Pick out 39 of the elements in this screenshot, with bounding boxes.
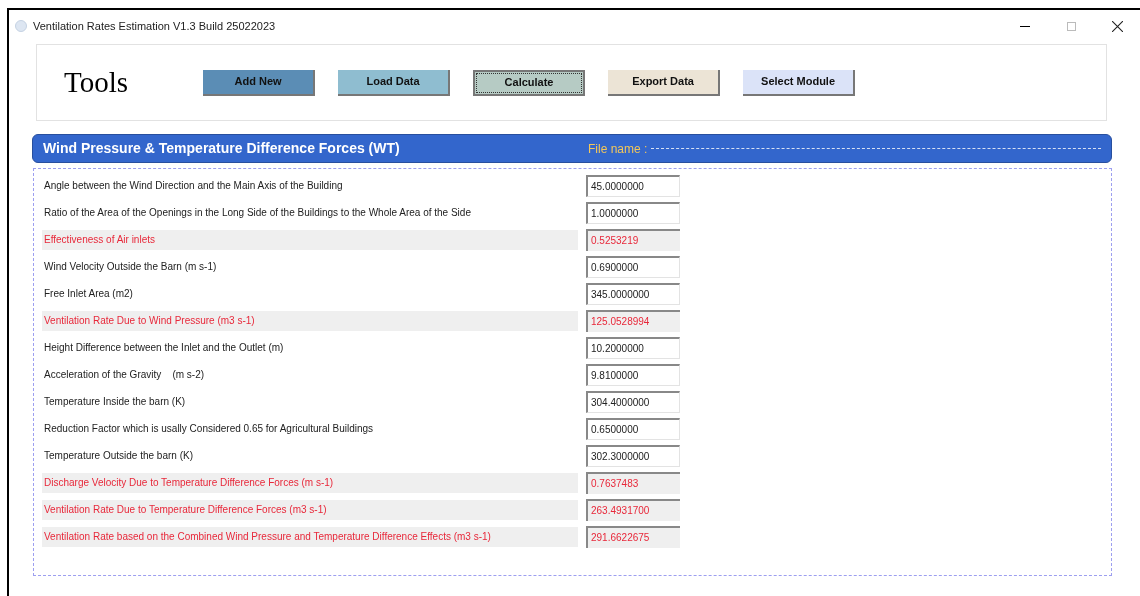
- result-field: 263.4931700: [586, 498, 680, 521]
- field-label: Temperature Inside the barn (K): [43, 395, 187, 409]
- toolbar-button[interactable]: Export Data: [608, 69, 721, 96]
- field-label: Free Inlet Area (m2): [43, 287, 134, 301]
- input-field[interactable]: 345.0000000: [586, 282, 680, 305]
- input-field[interactable]: 304.4000000: [586, 390, 680, 413]
- input-field[interactable]: 45.0000000: [586, 174, 680, 197]
- result-field: 125.0528994: [586, 309, 680, 332]
- file-name-label: File name :: [588, 140, 648, 158]
- section-title: Wind Pressure & Temperature Difference Forces (WT): [43, 139, 401, 158]
- field-label: Ventilation Rate based on the Combined Wind Pressure and Temperature Difference Effects (m3 s-1): [42, 526, 578, 547]
- field-label: Temperature Outside the barn (K): [43, 449, 194, 463]
- toolbar-title: Tools: [64, 64, 129, 100]
- field-label: Ratio of the Area of the Openings in the Long Side of the Buildings to the Whole Area of the Side: [43, 206, 472, 220]
- input-field[interactable]: 10.2000000: [586, 336, 680, 359]
- field-label: Acceleration of the Gravity (m s-2): [43, 368, 206, 382]
- toolbar-button[interactable]: Calculate: [473, 69, 586, 96]
- field-label: Ventilation Rate Due to Temperature Difference Forces (m3 s-1): [42, 499, 578, 520]
- result-field: 291.6622675: [586, 525, 680, 548]
- field-label: Height Difference between the Inlet and the Outlet (m): [43, 341, 285, 355]
- field-label: Ventilation Rate Due to Wind Pressure (m3 s-1): [42, 310, 578, 331]
- field-label: Reduction Factor which is usally Considered 0.65 for Agricultural Buildings: [43, 422, 375, 436]
- app-icon: [15, 20, 27, 32]
- input-field[interactable]: 9.8100000: [586, 363, 680, 386]
- window-title: Ventilation Rates Estimation V1.3 Build 25022023: [33, 18, 276, 34]
- toolbar-button[interactable]: Add New: [203, 69, 316, 96]
- input-field[interactable]: 0.6900000: [586, 255, 680, 278]
- field-label: Effectiveness of Air inlets: [42, 229, 578, 250]
- input-field[interactable]: 302.3000000: [586, 444, 680, 467]
- field-label: Discharge Velocity Due to Temperature Difference Forces (m s-1): [42, 472, 578, 493]
- result-field: 0.7637483: [586, 471, 680, 494]
- input-field[interactable]: 1.0000000: [586, 201, 680, 224]
- toolbar-button[interactable]: Select Module: [743, 69, 856, 96]
- field-label: Angle between the Wind Direction and the Main Axis of the Building: [43, 179, 344, 193]
- toolbar-button[interactable]: Load Data: [338, 69, 451, 96]
- close-icon: [1111, 20, 1123, 32]
- result-field: 0.5253219: [586, 228, 680, 251]
- input-field[interactable]: 0.6500000: [586, 417, 680, 440]
- field-label: Wind Velocity Outside the Barn (m s-1): [43, 260, 218, 274]
